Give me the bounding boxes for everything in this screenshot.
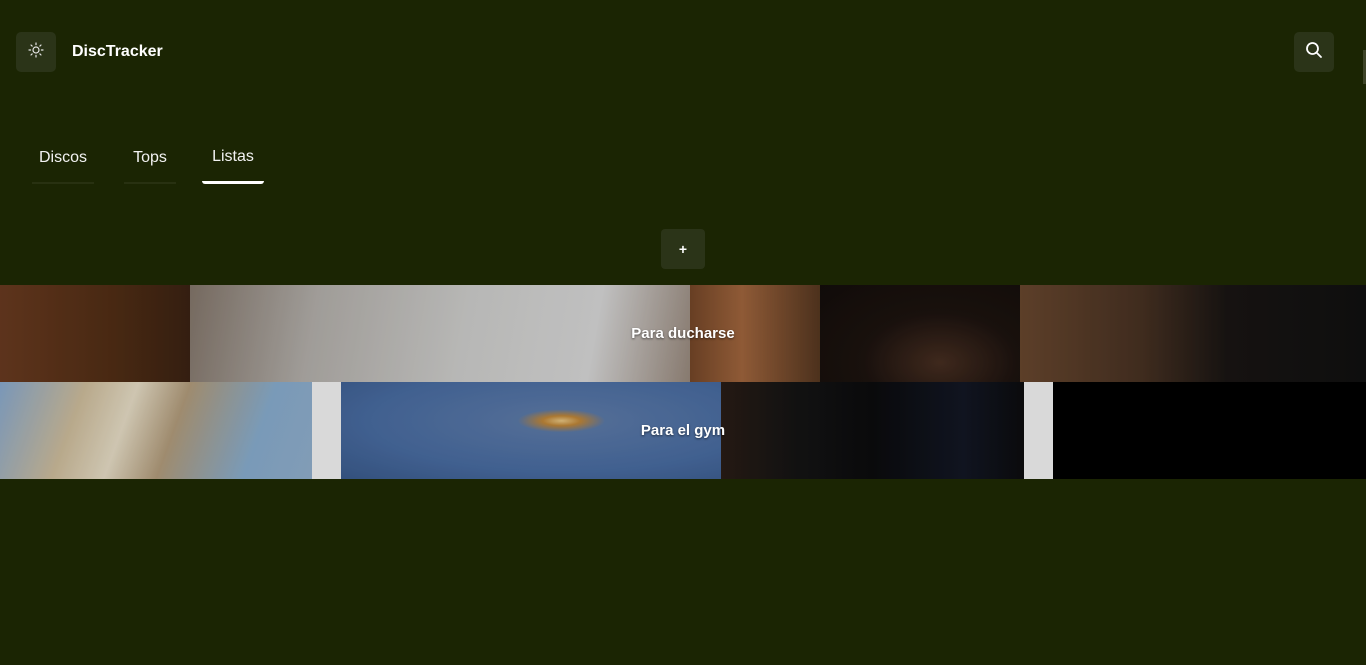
list-title: Para el gym bbox=[640, 422, 726, 439]
list-title: Para ducharse bbox=[631, 325, 735, 342]
search-icon bbox=[1305, 41, 1323, 64]
theme-toggle-button[interactable] bbox=[16, 32, 56, 72]
add-list-button[interactable]: + bbox=[661, 229, 705, 269]
app-title: DiscTracker bbox=[72, 43, 163, 60]
sun-icon bbox=[28, 41, 44, 63]
tab-discos[interactable]: Discos bbox=[32, 134, 94, 184]
tab-tops[interactable]: Tops bbox=[124, 134, 176, 184]
app-root: DiscTracker Discos Tops Listas + Para du… bbox=[0, 0, 1366, 665]
tab-listas[interactable]: Listas bbox=[202, 134, 264, 184]
list-item-para-ducharse[interactable]: Para ducharse bbox=[0, 285, 1366, 382]
search-button[interactable] bbox=[1294, 32, 1334, 72]
list-item-para-el-gym[interactable]: Para el gym bbox=[0, 382, 1366, 479]
